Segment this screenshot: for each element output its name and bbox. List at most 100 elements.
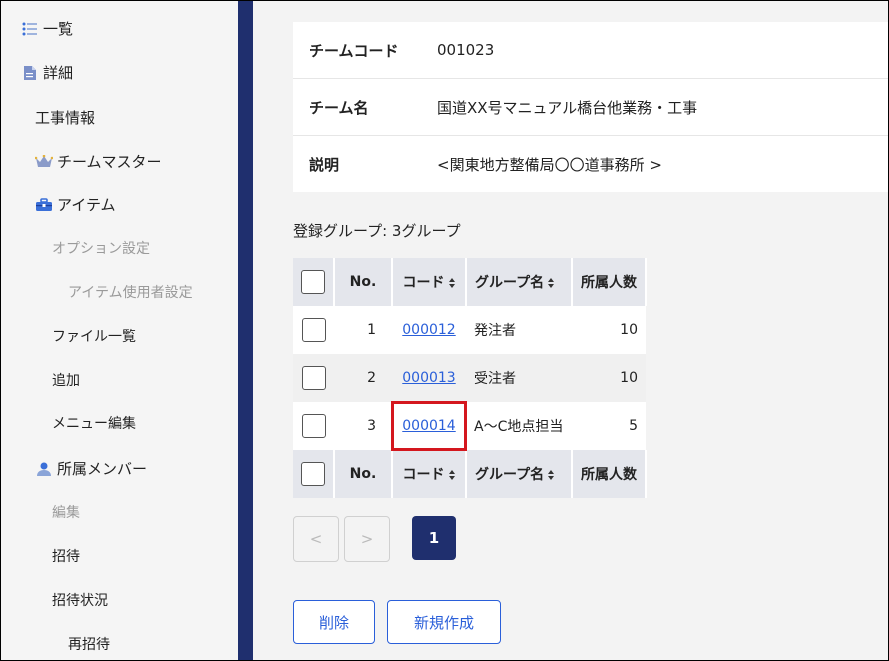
group-code-link[interactable]: 000014 <box>402 418 455 434</box>
row-code-cell-highlighted: 000014 <box>391 401 467 451</box>
sidebar-item-label: アイテム使用者設定 <box>68 285 193 301</box>
create-new-button[interactable]: 新規作成 <box>387 600 501 644</box>
table-header-row: No. コード グループ名 所属人数 <box>293 258 647 306</box>
sidebar-item-label: アイテム <box>57 196 116 214</box>
team-code-row: チームコード 001023 <box>293 22 888 79</box>
select-all-checkbox-footer[interactable] <box>301 462 325 486</box>
team-desc-row: 説明 <関東地方整備局〇〇道事務所 > <box>293 136 888 192</box>
group-code-link[interactable]: 000013 <box>402 370 455 386</box>
header-code-label: コード <box>402 275 445 291</box>
header-group-name[interactable]: グループ名 <box>466 258 573 306</box>
sidebar-item-label: 追加 <box>52 373 80 389</box>
row-no: 3 <box>334 402 392 450</box>
delete-button[interactable]: 削除 <box>293 600 375 644</box>
row-no: 1 <box>334 306 392 354</box>
row-members: 10 <box>572 354 646 402</box>
team-code-value: 001023 <box>437 41 495 59</box>
sidebar-item-list[interactable]: 一覧 <box>21 18 73 39</box>
table-row: 1 000012 発注者 10 <box>293 306 646 354</box>
sidebar-item-invite[interactable]: 招待 <box>52 546 80 566</box>
sidebar-item-detail[interactable]: 詳細 <box>21 62 73 83</box>
sidebar-item-members[interactable]: 所属メンバー <box>35 458 147 479</box>
group-count-text: 登録グループ: 3グループ <box>293 222 461 240</box>
footer-code[interactable]: コード <box>392 450 467 498</box>
team-info-card: チームコード 001023 チーム名 国道XX号マニュアル橋台他業務・工事 説明… <box>293 22 888 192</box>
row-code-cell: 000012 <box>392 306 466 354</box>
document-icon <box>21 65 39 81</box>
sidebar-item-label: 一覧 <box>43 20 74 38</box>
row-members: 10 <box>572 306 646 354</box>
select-all-cell <box>293 450 335 498</box>
row-members: 5 <box>572 402 646 450</box>
pagination-prev-button[interactable]: < <box>293 516 339 562</box>
row-checkbox[interactable] <box>301 366 326 390</box>
sidebar-item-file-list[interactable]: ファイル一覧 <box>52 326 136 346</box>
row-group-name: 受注者 <box>466 354 572 402</box>
pagination-next-button[interactable]: > <box>344 516 390 562</box>
sidebar-item-label: 編集 <box>52 505 80 521</box>
select-all-checkbox[interactable] <box>301 270 325 294</box>
select-all-cell <box>293 258 335 306</box>
sidebar-item-label: 詳細 <box>43 64 74 82</box>
footer-group-name-label: グループ名 <box>475 467 545 483</box>
sidebar-item-item-user-settings[interactable]: アイテム使用者設定 <box>68 282 193 302</box>
sidebar-item-label: 招待 <box>52 549 80 565</box>
sidebar-item-item[interactable]: アイテム <box>35 194 116 215</box>
table-footer-row: No. コード グループ名 所属人数 <box>293 450 647 498</box>
sidebar: 一覧 詳細 工事情報 チームマスター アイテム オプション設定 アイテム使用者設… <box>1 1 238 660</box>
sidebar-item-construction-info[interactable]: 工事情報 <box>35 107 95 128</box>
sort-icon <box>548 470 555 480</box>
team-desc-value: <関東地方整備局〇〇道事務所 > <box>437 155 662 174</box>
footer-members: 所属人数 <box>572 450 647 498</box>
sidebar-item-invite-status[interactable]: 招待状況 <box>52 590 108 610</box>
sidebar-item-team-master[interactable]: チームマスター <box>35 151 162 172</box>
group-code-link[interactable]: 000012 <box>402 322 455 338</box>
toolbox-icon <box>35 197 53 213</box>
table-row: 3 000014 A〜C地点担当 5 <box>293 401 646 451</box>
sidebar-item-label: ファイル一覧 <box>52 329 136 345</box>
footer-group-name[interactable]: グループ名 <box>466 450 573 498</box>
header-code[interactable]: コード <box>392 258 467 306</box>
person-icon <box>35 461 53 477</box>
row-group-name: A〜C地点担当 <box>466 402 572 450</box>
sidebar-item-label: 所属メンバー <box>57 460 148 478</box>
sidebar-item-label: 招待状況 <box>52 593 108 609</box>
footer-code-label: コード <box>402 467 445 483</box>
team-name-row: チーム名 国道XX号マニュアル橋台他業務・工事 <box>293 79 888 136</box>
sidebar-item-label: 工事情報 <box>35 109 96 127</box>
row-group-name: 発注者 <box>466 306 572 354</box>
sidebar-item-add[interactable]: 追加 <box>52 370 80 390</box>
team-code-label: チームコード <box>309 41 399 60</box>
sidebar-item-reinvite[interactable]: 再招待 <box>68 634 110 654</box>
team-desc-label: 説明 <box>309 155 340 174</box>
row-checkbox-cell <box>293 354 334 402</box>
team-name-label: チーム名 <box>309 98 369 117</box>
row-code-cell: 000013 <box>392 354 466 402</box>
row-checkbox[interactable] <box>301 414 326 438</box>
row-checkbox-cell <box>293 402 334 450</box>
app-window: 一覧 詳細 工事情報 チームマスター アイテム オプション設定 アイテム使用者設… <box>0 0 889 661</box>
row-checkbox-cell <box>293 306 334 354</box>
sidebar-item-label: メニュー編集 <box>52 416 136 432</box>
groups-table: No. コード グループ名 所属人数 1 000012 発注者 10 2 000… <box>293 258 647 498</box>
crown-icon <box>35 154 53 170</box>
list-icon <box>21 21 39 37</box>
row-checkbox[interactable] <box>301 318 326 342</box>
sort-icon <box>448 278 455 288</box>
sidebar-item-label: オプション設定 <box>52 241 150 257</box>
sort-icon <box>448 470 455 480</box>
header-no: No. <box>334 258 393 306</box>
sidebar-item-label: 再招待 <box>68 637 110 653</box>
sidebar-item-edit[interactable]: 編集 <box>52 502 80 522</box>
team-name-value: 国道XX号マニュアル橋台他業務・工事 <box>437 98 698 117</box>
sidebar-divider <box>238 1 253 660</box>
main-content: チームコード 001023 チーム名 国道XX号マニュアル橋台他業務・工事 説明… <box>253 1 888 660</box>
sidebar-item-option-settings[interactable]: オプション設定 <box>52 238 150 258</box>
sidebar-item-label: チームマスター <box>57 153 162 171</box>
table-row: 2 000013 受注者 10 <box>293 354 646 402</box>
sidebar-item-menu-edit[interactable]: メニュー編集 <box>52 413 136 433</box>
footer-no: No. <box>334 450 393 498</box>
pagination-page-1[interactable]: 1 <box>412 516 456 560</box>
header-group-name-label: グループ名 <box>475 275 545 291</box>
header-members: 所属人数 <box>572 258 647 306</box>
